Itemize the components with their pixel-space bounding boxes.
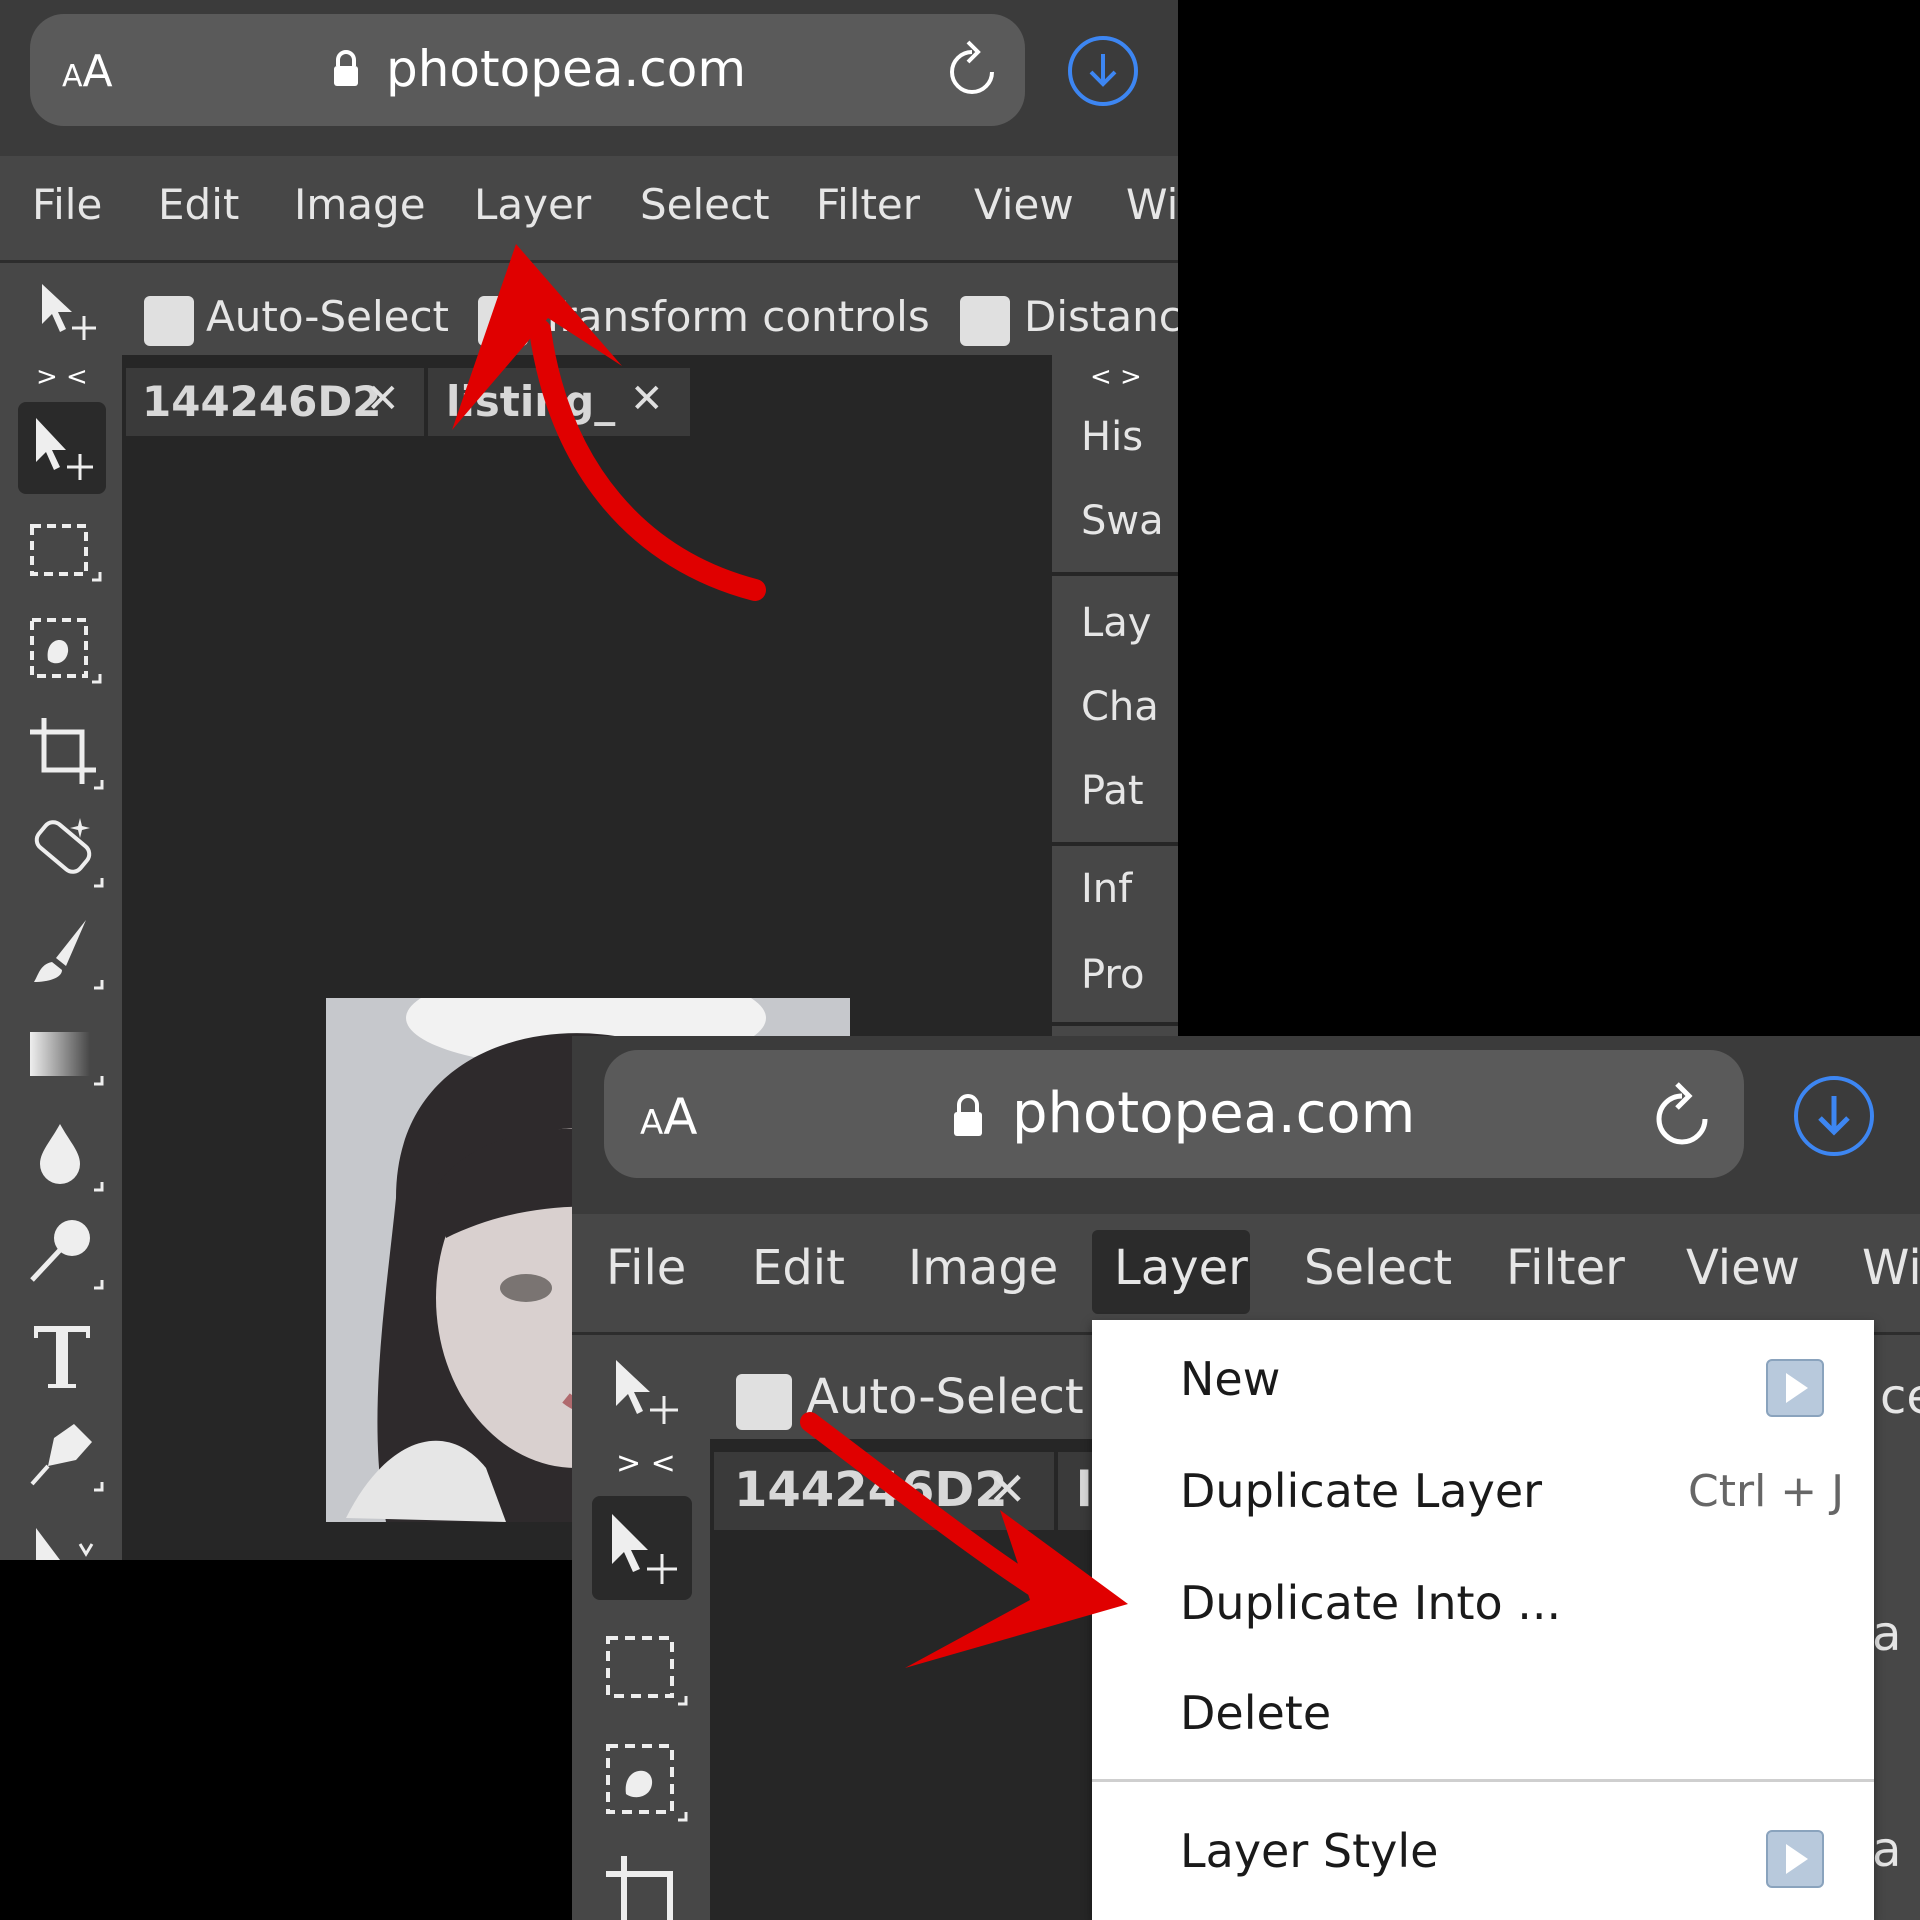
annotation-arrow-top xyxy=(452,244,1128,1668)
